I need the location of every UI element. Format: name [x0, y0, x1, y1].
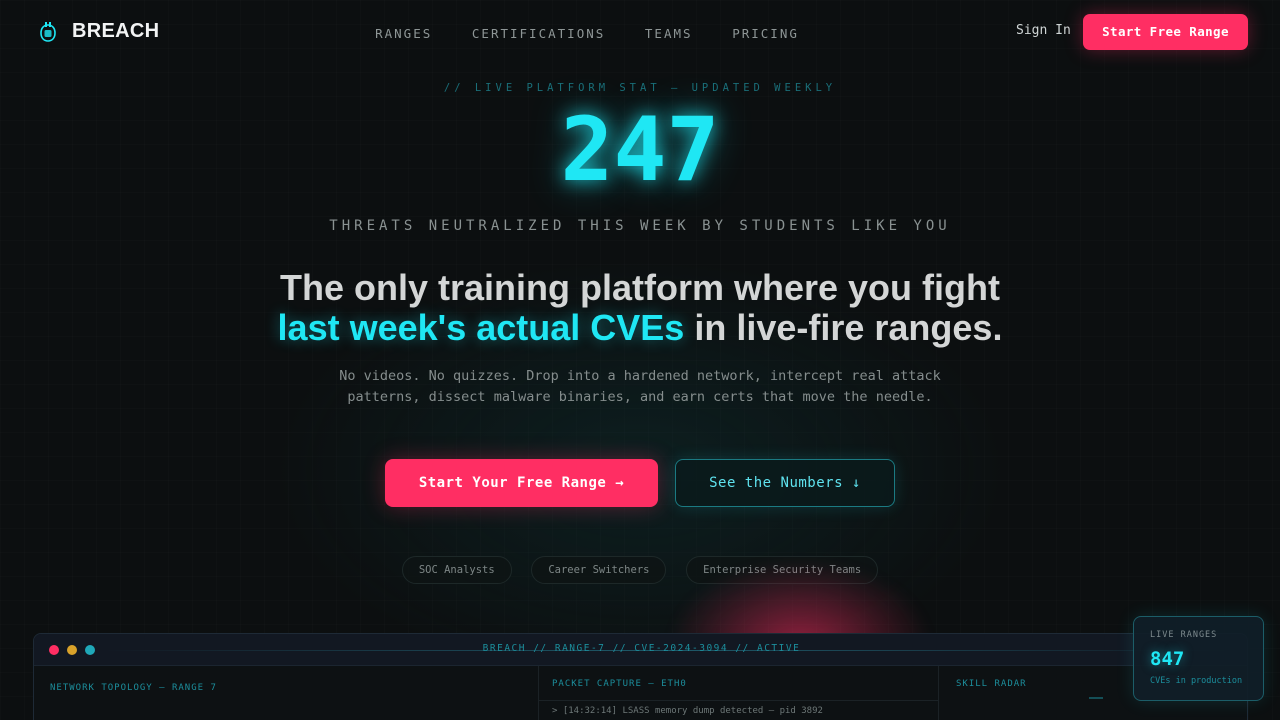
- packet-capture-pane: PACKET CAPTURE — ETH0 > [14:32:14] LSASS…: [539, 666, 939, 720]
- start-your-free-range-button[interactable]: Start Your Free Range →: [385, 459, 658, 507]
- sign-in-link[interactable]: Sign In: [1016, 23, 1071, 38]
- start-free-range-button[interactable]: Start Free Range: [1083, 14, 1248, 50]
- nav-link-pricing[interactable]: PRICING: [732, 26, 799, 41]
- radar-chart-fragment: [1089, 697, 1103, 699]
- hero-headline: The only training platform where you fig…: [0, 268, 1280, 348]
- live-ranges-sub: CVEs in production: [1150, 676, 1243, 686]
- headline-line1: The only training platform where you fig…: [279, 267, 1001, 308]
- live-ranges-card: LIVE RANGES 847 CVEs in production: [1133, 616, 1264, 701]
- hero-subtitle: No videos. No quizzes. Drop into a harde…: [0, 366, 1280, 408]
- live-ranges-value: 847: [1150, 648, 1185, 670]
- headline-accent: last week's actual CVEs: [277, 307, 685, 348]
- subtitle-line2: patterns, dissect malware binaries, and …: [347, 389, 933, 405]
- audience-pill-soc[interactable]: SOC Analysts: [401, 556, 512, 584]
- nav-links: RANGES CERTIFICATIONS TEAMS PRICING: [0, 23, 1174, 42]
- nav-link-certifications[interactable]: CERTIFICATIONS: [472, 26, 605, 41]
- topology-pane: NETWORK TOPOLOGY — RANGE 7: [34, 666, 539, 720]
- audience-pill-career[interactable]: Career Switchers: [531, 556, 667, 584]
- range-dashboard-window: BREACH // RANGE-7 // CVE-2024-3094 // AC…: [33, 633, 1248, 720]
- subtitle-line1: No videos. No quizzes. Drop into a harde…: [339, 368, 941, 384]
- log-line: > [14:32:14] LSASS memory dump detected …: [552, 706, 823, 716]
- hero-eyebrow: // LIVE PLATFORM STAT — UPDATED WEEKLY: [443, 82, 837, 94]
- hero-stat-label: THREATS NEUTRALIZED THIS WEEK BY STUDENT…: [329, 218, 951, 234]
- see-the-numbers-button[interactable]: See the Numbers ↓: [675, 459, 895, 507]
- radar-pane-title: SKILL RADAR: [956, 679, 1027, 689]
- window-title: BREACH // RANGE-7 // CVE-2024-3094 // AC…: [482, 643, 801, 654]
- live-ranges-label: LIVE RANGES: [1150, 630, 1218, 640]
- nav-link-ranges[interactable]: RANGES: [375, 26, 432, 41]
- audience-pills: SOC Analysts Career Switchers Enterprise…: [0, 556, 1280, 584]
- topology-pane-title: NETWORK TOPOLOGY — RANGE 7: [50, 683, 217, 693]
- window-titlebar: BREACH // RANGE-7 // CVE-2024-3094 // AC…: [34, 634, 1247, 666]
- headline-rest: in live-fire ranges.: [684, 307, 1003, 348]
- nav-link-teams[interactable]: TEAMS: [645, 26, 693, 41]
- hero-stat-value: 247: [560, 98, 720, 201]
- packet-pane-title: PACKET CAPTURE — ETH0: [552, 679, 687, 689]
- pane-divider: [539, 700, 938, 701]
- top-nav: BREACH RANGES CERTIFICATIONS TEAMS PRICI…: [0, 0, 1280, 64]
